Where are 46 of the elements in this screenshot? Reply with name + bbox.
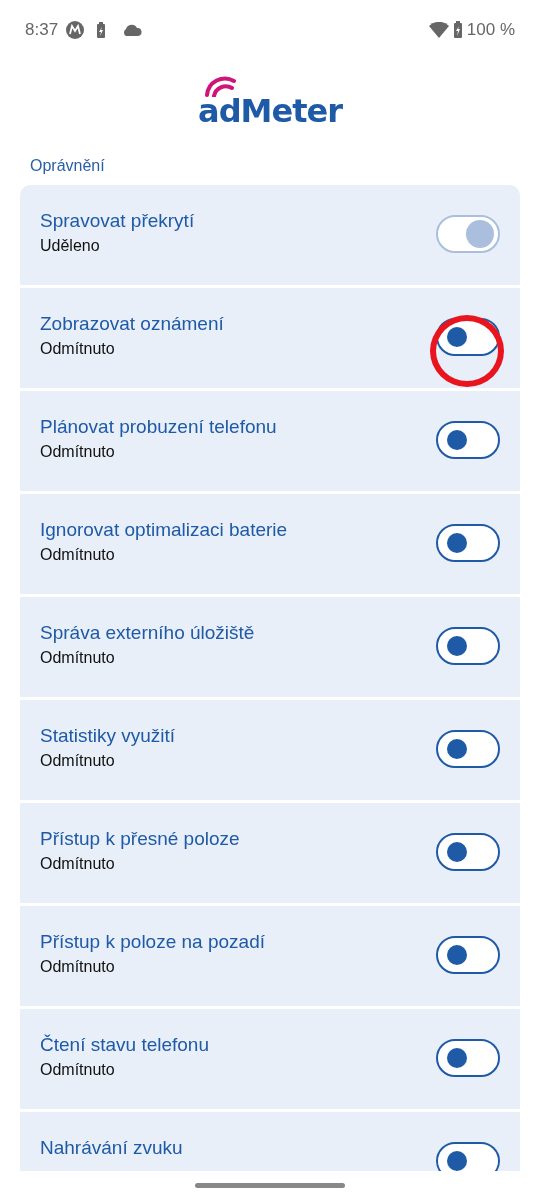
permission-row[interactable]: Statistiky využití Odmítnuto [20,700,520,801]
permission-status: Odmítnuto [40,1060,116,1081]
permission-status: Odmítnuto [40,957,116,978]
wifi-icon [428,21,449,38]
toggle-switch[interactable] [436,730,500,769]
battery-charging-icon [452,21,463,39]
motorola-icon [66,20,85,39]
permission-status: Odmítnuto [40,751,116,772]
permission-row[interactable]: Zobrazovat oznámení Odmítnuto [20,288,520,389]
permission-title: Čtení stavu telefonu [40,1033,209,1058]
permission-title: Plánovat probuzení telefonu [40,415,277,440]
permission-row[interactable]: Ignorovat optimalizaci baterie Odmítnuto [20,494,520,595]
toggle-switch[interactable] [436,1039,500,1078]
toggle-switch[interactable] [436,421,500,460]
status-time: 8:37 [25,19,59,41]
permission-status: Odmítnuto [40,545,116,566]
permission-title: Statistiky využití [40,724,176,749]
toggle-switch[interactable] [436,936,500,975]
permission-row[interactable]: Nahrávání zvuku [20,1112,520,1172]
permission-row[interactable]: Správa externího úložiště Odmítnuto [20,597,520,698]
home-indicator[interactable] [195,1183,345,1189]
toggle-switch[interactable] [436,833,500,872]
permission-title: Přístup k poloze na pozadí [40,930,265,955]
section-title: Oprávnění [30,156,105,174]
permission-row[interactable]: Přístup k poloze na pozadí Odmítnuto [20,906,520,1007]
permission-title: Spravovat překrytí [40,209,195,234]
permission-row[interactable]: Plánovat probuzení telefonu Odmítnuto [20,391,520,492]
permission-title: Ignorovat optimalizaci baterie [40,518,288,543]
app-logo: adMeter [198,76,342,135]
battery-charging-icon [96,21,107,38]
permission-title: Nahrávání zvuku [40,1136,183,1161]
permission-title: Přístup k přesné poloze [40,827,240,852]
toggle-switch[interactable] [436,1142,500,1172]
toggle-switch[interactable] [436,524,500,563]
toggle-switch[interactable] [436,627,500,666]
permission-status: Odmítnuto [40,854,116,875]
permission-title: Správa externího úložiště [40,621,255,646]
permission-title: Zobrazovat oznámení [40,312,224,337]
permission-status: Odmítnuto [40,339,116,360]
battery-percentage: 100 % [466,19,515,41]
permission-row[interactable]: Čtení stavu telefonu Odmítnuto [20,1009,520,1110]
permission-status: Uděleno [40,236,101,257]
permission-row[interactable]: Přístup k přesné poloze Odmítnuto [20,803,520,904]
cloud-icon [122,23,143,36]
permission-status: Odmítnuto [40,648,116,669]
permission-status: Odmítnuto [40,442,116,463]
